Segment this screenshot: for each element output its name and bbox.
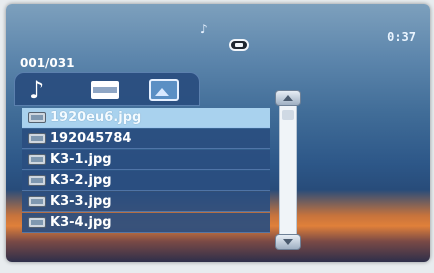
- clock: 0:37: [387, 30, 416, 44]
- tab-music[interactable]: ♪: [23, 76, 61, 104]
- file-counter: 001/031: [20, 56, 75, 70]
- file-row-3[interactable]: K3-1.jpg: [22, 150, 270, 170]
- image-file-icon: [28, 154, 46, 165]
- music-note-icon: ♪: [29, 76, 45, 104]
- file-row-1[interactable]: 1920eu6.jpg: [22, 108, 270, 128]
- tab-video[interactable]: [85, 77, 123, 103]
- film-icon: [91, 81, 119, 99]
- file-name: K3-2.jpg: [50, 173, 112, 188]
- category-tabs: ♪: [14, 72, 200, 106]
- image-file-icon: [28, 175, 46, 186]
- file-name: 192045784: [50, 131, 132, 146]
- image-file-icon: [28, 196, 46, 207]
- battery-icon: [229, 39, 249, 51]
- tab-photo[interactable]: [145, 77, 183, 103]
- file-name: K3-1.jpg: [50, 152, 112, 167]
- file-row-5[interactable]: K3-3.jpg: [22, 192, 270, 212]
- scroll-down-button[interactable]: [275, 234, 301, 250]
- image-file-icon: [28, 112, 46, 123]
- photo-icon: [149, 79, 179, 101]
- music-note-icon: ♪: [200, 22, 208, 36]
- file-row-6[interactable]: K3-4.jpg: [22, 213, 270, 233]
- file-name: K3-4.jpg: [50, 215, 112, 230]
- image-file-icon: [28, 133, 46, 144]
- file-list: 1920eu6.jpg 192045784 K3-1.jpg K3-2.jpg …: [22, 108, 270, 234]
- file-row-2[interactable]: 192045784: [22, 129, 270, 149]
- scroll-thumb[interactable]: [282, 110, 294, 120]
- scrollbar[interactable]: [275, 90, 301, 250]
- file-row-4[interactable]: K3-2.jpg: [22, 171, 270, 191]
- file-name: 1920eu6.jpg: [50, 110, 142, 125]
- image-file-icon: [28, 217, 46, 228]
- file-name: K3-3.jpg: [50, 194, 112, 209]
- status-bar: ♪ 0:37: [6, 4, 430, 54]
- device-screen: ♪ 0:37 001/031 ♪ 1920eu6.jpg 192045784 K…: [6, 4, 430, 262]
- scroll-up-button[interactable]: [275, 90, 301, 106]
